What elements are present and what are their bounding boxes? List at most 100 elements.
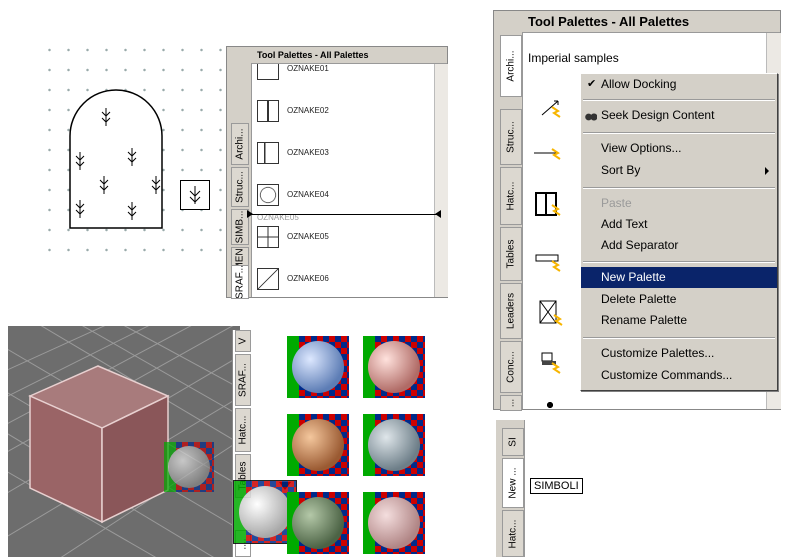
menu-label: Sort By bbox=[601, 163, 641, 177]
menu-label: Customize Palettes... bbox=[601, 346, 715, 360]
material-swatch-slate[interactable] bbox=[363, 414, 425, 476]
menu-rename-palette[interactable]: Rename Palette bbox=[581, 310, 777, 331]
tool-palette-top-left: Tool Palettes - All Palettes Archi... St… bbox=[226, 46, 448, 299]
tab-label: Conc... bbox=[505, 351, 517, 383]
tool-dimension-icon[interactable] bbox=[538, 97, 568, 119]
menu-sort-by[interactable]: Sort By bbox=[581, 160, 777, 181]
textured-cube[interactable] bbox=[28, 356, 188, 526]
tab-label: Struc... bbox=[505, 121, 517, 153]
viewport-3d[interactable] bbox=[8, 326, 240, 557]
tool-item[interactable]: OZNAKE01 bbox=[251, 64, 433, 94]
tool-label: OZNAKE01 bbox=[287, 64, 329, 73]
tab-archi[interactable]: Archi... bbox=[231, 123, 249, 165]
menu-customize-palettes[interactable]: Customize Palettes... bbox=[581, 343, 777, 364]
menu-view-options[interactable]: View Options... bbox=[581, 138, 777, 159]
tab-label: SRAF... bbox=[234, 265, 246, 299]
palette-scrollbar[interactable] bbox=[434, 64, 448, 297]
menu-add-separator[interactable]: Add Separator bbox=[581, 235, 777, 256]
tool-label: OZNAKE02 bbox=[287, 106, 329, 115]
tab-label: SIMB... bbox=[234, 210, 246, 244]
double-door-icon bbox=[257, 100, 279, 122]
tool-palette-new: SI New ... Hatc... SIMBOLI bbox=[496, 420, 788, 557]
tab-hatc[interactable]: Hatc... bbox=[235, 408, 251, 452]
menu-paste: Paste bbox=[581, 193, 777, 214]
tool-item[interactable]: OZNAKE03 bbox=[251, 136, 433, 178]
submenu-arrow-icon bbox=[765, 167, 769, 175]
context-menu: ✔ Allow Docking Seek Design Content View … bbox=[580, 73, 778, 391]
tab-si[interactable]: SI bbox=[502, 428, 524, 456]
tab-label: Hatc... bbox=[505, 181, 517, 211]
dragged-symbol-preview[interactable] bbox=[180, 180, 210, 210]
tab-tables[interactable]: Tables bbox=[500, 227, 522, 281]
menu-label: Add Separator bbox=[601, 238, 679, 252]
menu-separator bbox=[583, 261, 775, 263]
tool-beam-icon[interactable] bbox=[534, 249, 568, 275]
dragged-material-preview[interactable] bbox=[164, 442, 214, 492]
menu-delete-palette[interactable]: Delete Palette bbox=[581, 289, 777, 310]
tab-label: V bbox=[237, 337, 249, 345]
tab-leaders[interactable]: Leaders bbox=[500, 283, 522, 339]
material-swatch-pink[interactable] bbox=[363, 336, 425, 398]
tool-list: OZNAKE01 OZNAKE02 OZNAKE03 OZNAKE04 OZNA… bbox=[251, 64, 433, 297]
binoculars-icon bbox=[585, 111, 597, 121]
tab-struc[interactable]: Struc... bbox=[500, 109, 522, 165]
tool-label: OZNAKE04 bbox=[287, 190, 329, 199]
tool-item[interactable]: OZNAKE06 bbox=[251, 262, 433, 297]
material-palette: V SRAF... Hatc... Tables .... bbox=[232, 330, 455, 557]
tab-more[interactable]: ... bbox=[500, 395, 522, 411]
menu-new-palette[interactable]: New Palette bbox=[581, 267, 777, 288]
tab-struc[interactable]: Struc... bbox=[231, 167, 249, 207]
tab-label: Hatc... bbox=[507, 519, 519, 548]
tab-hatc[interactable]: Hatc... bbox=[502, 510, 524, 557]
circle-square-icon bbox=[257, 184, 279, 206]
drop-arrow-left bbox=[247, 210, 253, 218]
menu-separator bbox=[583, 99, 775, 101]
tab-label: SI bbox=[507, 437, 519, 447]
tab-hatc[interactable]: Hatc... bbox=[500, 167, 522, 225]
palette-subtitle: Imperial samples bbox=[528, 51, 619, 65]
tool-gear-icon[interactable] bbox=[544, 401, 556, 409]
material-swatch-green[interactable] bbox=[287, 492, 349, 554]
tab-label: New ... bbox=[507, 467, 519, 499]
material-swatch-rose[interactable] bbox=[363, 492, 425, 554]
menu-label: Delete Palette bbox=[601, 292, 677, 306]
tab-sraf[interactable]: SRAF... bbox=[231, 265, 249, 299]
menu-allow-docking[interactable]: ✔ Allow Docking bbox=[581, 74, 777, 95]
tab-v[interactable]: V bbox=[235, 330, 251, 352]
tool-leader-icon[interactable] bbox=[532, 145, 568, 167]
tool-block-icon[interactable] bbox=[538, 351, 568, 377]
menu-label: New Palette bbox=[601, 270, 666, 284]
palette-title-bar[interactable]: Tool Palettes - All Palettes bbox=[251, 47, 447, 64]
tab-label: Struc... bbox=[234, 171, 246, 203]
tab-label: Leaders bbox=[505, 292, 517, 330]
tab-new[interactable]: New ... bbox=[502, 458, 524, 508]
tool-label: OZNAKE03 bbox=[287, 148, 329, 157]
menu-label: Paste bbox=[601, 196, 632, 210]
drop-arrow-right bbox=[435, 210, 441, 218]
palette-title-bar[interactable]: Tool Palettes - All Palettes bbox=[522, 11, 780, 33]
tool-window-icon[interactable] bbox=[534, 191, 564, 221]
tool-x-box-icon[interactable] bbox=[538, 299, 568, 329]
tab-label: Archi... bbox=[505, 50, 517, 82]
tool-label: OZNAKE06 bbox=[287, 274, 329, 283]
tool-label: OZNAKE05 bbox=[287, 232, 329, 241]
menu-customize-commands[interactable]: Customize Commands... bbox=[581, 365, 777, 386]
tab-label: Archi... bbox=[234, 128, 246, 160]
menu-seek-design-content[interactable]: Seek Design Content bbox=[581, 105, 777, 126]
tab-sraf[interactable]: SRAF... bbox=[235, 354, 251, 406]
tab-archi[interactable]: Archi... bbox=[500, 35, 522, 97]
arched-window-drawing bbox=[69, 89, 163, 229]
diagonal-square-icon bbox=[257, 268, 279, 290]
tab-label: ... bbox=[505, 398, 517, 408]
tool-label-simboli[interactable]: SIMBOLI bbox=[530, 478, 583, 494]
material-swatch-copper[interactable] bbox=[287, 414, 349, 476]
tool-item[interactable]: OZNAKE05 bbox=[251, 220, 433, 262]
material-swatch-blue[interactable] bbox=[287, 336, 349, 398]
menu-add-text[interactable]: Add Text bbox=[581, 214, 777, 235]
menu-label: Seek Design Content bbox=[601, 108, 715, 122]
grid-window-icon bbox=[257, 226, 279, 248]
check-icon: ✔ bbox=[587, 78, 597, 90]
tool-item[interactable]: OZNAKE02 bbox=[251, 94, 433, 136]
menu-label: View Options... bbox=[601, 141, 682, 155]
tab-conc[interactable]: Conc... bbox=[500, 341, 522, 393]
